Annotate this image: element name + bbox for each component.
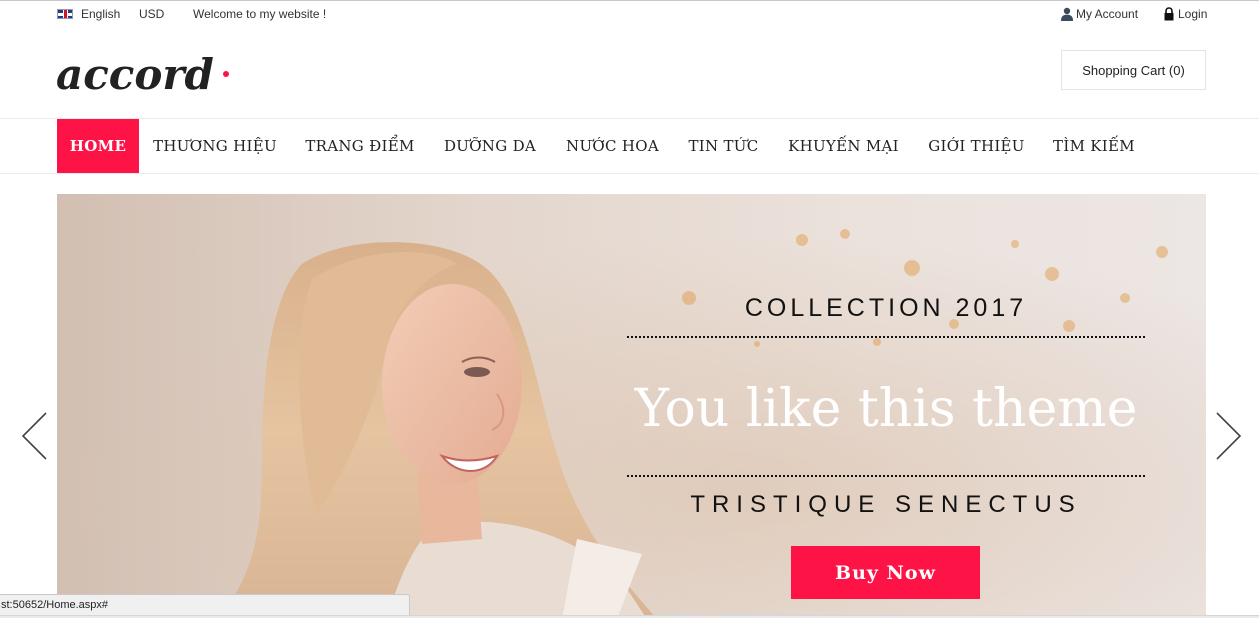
- my-account-link[interactable]: My Account: [1060, 7, 1138, 21]
- page: English USD Welcome to my website ! My A…: [0, 0, 1259, 618]
- welcome-text: Welcome to my website !: [193, 7, 327, 21]
- login-link[interactable]: Login: [1162, 7, 1207, 21]
- logo-dot: [223, 71, 229, 77]
- nav-item-label: TÌM KIẾM: [1053, 137, 1135, 155]
- nav-item-home[interactable]: HOME: [57, 119, 139, 173]
- lock-icon: [1164, 7, 1174, 21]
- site-logo[interactable]: accord: [56, 43, 236, 103]
- browser-status-bar: st:50652/Home.aspx#: [0, 594, 410, 616]
- nav-item-label: TIN TỨC: [688, 137, 759, 155]
- nav-item-label: NƯỚC HOA: [566, 137, 659, 155]
- hero-headline: You like this theme: [634, 379, 1138, 439]
- main-navigation: HOME THƯƠNG HIỆU TRANG ĐIỂM DƯỠNG DA NƯỚ…: [0, 118, 1259, 174]
- hero-collection-title: COLLECTION 2017: [744, 294, 1028, 322]
- nav-item-thuong-hieu[interactable]: THƯƠNG HIỆU: [139, 119, 291, 173]
- nav-item-label: KHUYẾN MẠI: [788, 137, 899, 155]
- language-selector[interactable]: English: [57, 7, 120, 21]
- chevron-left-icon[interactable]: [20, 411, 48, 461]
- uk-flag-icon: [57, 9, 73, 19]
- logo-text: accord: [56, 50, 214, 99]
- top-bar: English USD Welcome to my website ! My A…: [0, 1, 1259, 29]
- nav-item-khuyen-mai[interactable]: KHUYẾN MẠI: [773, 119, 914, 173]
- status-url: st:50652/Home.aspx#: [1, 599, 109, 611]
- nav-item-gioi-thieu[interactable]: GIỚI THIỆU: [914, 119, 1039, 173]
- nav-item-label: HOME: [69, 137, 127, 155]
- hero-divider-bottom: [627, 475, 1145, 477]
- hero-subtitle: TRISTIQUE SENECTUS: [690, 491, 1082, 518]
- chevron-right-icon[interactable]: [1215, 411, 1243, 461]
- nav-item-label: THƯƠNG HIỆU: [153, 137, 277, 155]
- nav-item-tim-kiem[interactable]: TÌM KIẾM: [1039, 119, 1149, 173]
- nav-item-trang-diem[interactable]: TRANG ĐIỂM: [291, 119, 429, 173]
- currency-label: USD: [139, 7, 165, 21]
- nav-item-duong-da[interactable]: DƯỠNG DA: [429, 119, 551, 173]
- nav-item-nuoc-hoa[interactable]: NƯỚC HOA: [551, 119, 674, 173]
- person-icon: [1061, 7, 1073, 21]
- nav-item-label: DƯỠNG DA: [443, 137, 537, 155]
- my-account-label: My Account: [1076, 7, 1139, 21]
- logo-graphic: accord: [56, 50, 229, 99]
- language-label: English: [81, 7, 121, 21]
- hero-divider-top: [627, 336, 1145, 338]
- shopping-cart-button[interactable]: Shopping Cart (0): [1061, 50, 1206, 90]
- shopping-cart-label: Shopping Cart (0): [1082, 62, 1185, 78]
- nav-item-label: TRANG ĐIỂM: [305, 137, 415, 155]
- buy-now-label: Buy Now: [835, 561, 936, 584]
- nav-item-label: GIỚI THIỆU: [928, 137, 1025, 155]
- login-label: Login: [1178, 7, 1208, 21]
- welcome-message: Welcome to my website !: [193, 7, 326, 21]
- nav-item-tin-tuc[interactable]: TIN TỨC: [674, 119, 773, 173]
- hero-slider: COLLECTION 2017 You like this theme TRIS…: [57, 194, 1206, 618]
- buy-now-button[interactable]: Buy Now: [791, 546, 980, 599]
- currency-selector[interactable]: USD: [139, 7, 164, 21]
